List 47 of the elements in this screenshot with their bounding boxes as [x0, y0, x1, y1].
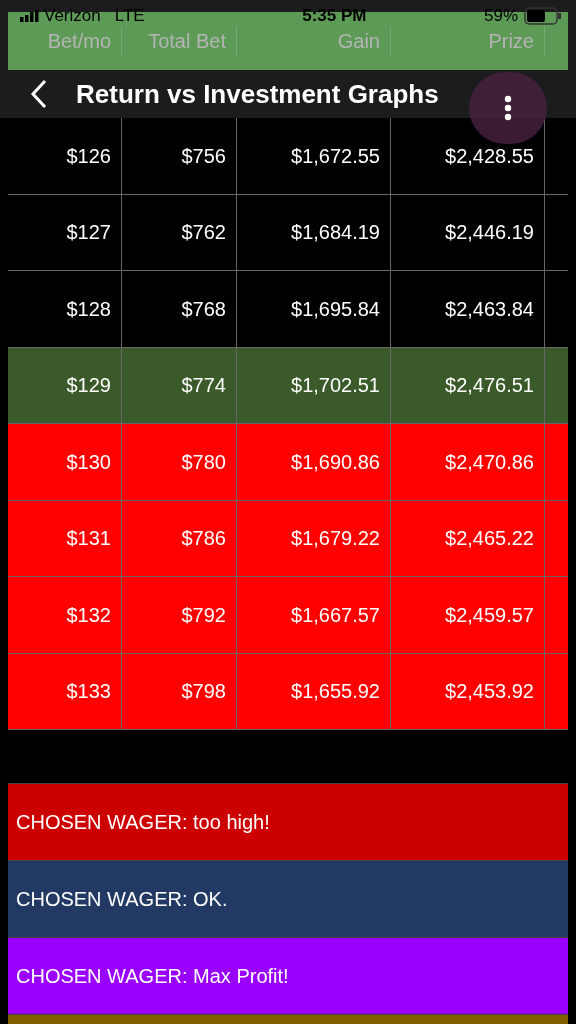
column-header: Prize — [391, 26, 545, 56]
column-header: Bet/mo — [8, 26, 122, 56]
carrier-name: Verizon — [44, 5, 101, 28]
table-cell: $798 — [122, 653, 237, 729]
table-cell: $786 — [122, 500, 237, 576]
legend-label: CHOSEN WAGER: OK. — [16, 887, 228, 912]
table-cell: $1,702.51 — [237, 347, 391, 423]
legend-label: CHOSEN WAGER: Max Profit! — [16, 964, 289, 989]
table-cell: $1,684.19 — [237, 194, 391, 270]
table-cell: $2,453.92 — [391, 653, 545, 729]
table-cell: $1,679.22 — [237, 500, 391, 576]
table-cell: $126 — [8, 118, 122, 194]
table-cell: $1,672.55 — [237, 118, 391, 194]
table-cell: $792 — [122, 577, 237, 653]
table-cell: $127 — [8, 194, 122, 270]
table-cell: $128 — [8, 271, 122, 347]
back-icon[interactable] — [30, 79, 48, 109]
table-cell: $768 — [122, 271, 237, 347]
table-cell: $2,446.19 — [391, 194, 545, 270]
legend-label: CHOSEN WAGER: too high! — [16, 810, 270, 835]
table-cell: $774 — [122, 347, 237, 423]
table-cell: $2,459.57 — [391, 577, 545, 653]
table-cell: $1,667.57 — [237, 577, 391, 653]
table-cell: $2,470.86 — [391, 424, 545, 500]
table-cell: $130 — [8, 424, 122, 500]
status-time: 5:35 PM — [301, 5, 367, 28]
battery-icon — [524, 7, 562, 25]
table-cell: $2,463.84 — [391, 271, 545, 347]
table-cell: $131 — [8, 500, 122, 576]
column-header: Gain — [237, 26, 391, 56]
table-cell: $762 — [122, 194, 237, 270]
column-header: Total Bet — [122, 26, 237, 56]
table-cell: $129 — [8, 347, 122, 423]
table-cell: $756 — [122, 118, 237, 194]
table-cell: $1,655.92 — [237, 653, 391, 729]
table-cell: $780 — [122, 424, 237, 500]
network-type: LTE — [114, 5, 145, 28]
table-cell: $132 — [8, 577, 122, 653]
signal-icon — [20, 10, 40, 22]
more-options-icon — [504, 95, 512, 121]
battery-percent: 59% — [483, 5, 518, 28]
table-cell: $2,476.51 — [391, 347, 545, 423]
table-cell: $1,690.86 — [237, 424, 391, 500]
table-cell: $2,465.22 — [391, 500, 545, 576]
screen-title: Return vs Investment Graphs — [76, 77, 439, 111]
table-cell: $133 — [8, 653, 122, 729]
table-cell: $1,695.84 — [237, 271, 391, 347]
